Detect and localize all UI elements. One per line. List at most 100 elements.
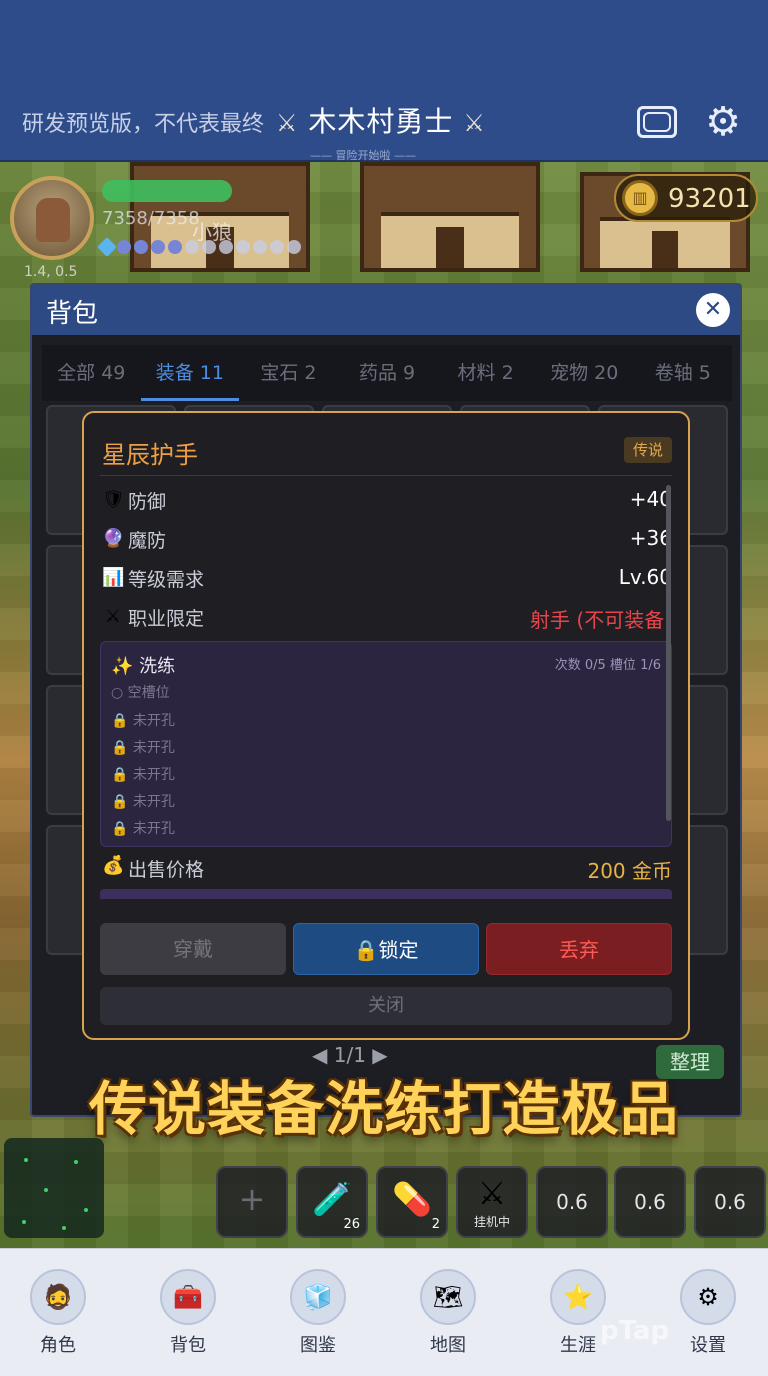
skill-cooldown: 0.6 bbox=[714, 1190, 746, 1214]
refine-info: 次数 0/5 槽位 1/6 bbox=[554, 658, 661, 673]
nav-item[interactable]: 🧰 背包 bbox=[138, 1269, 238, 1357]
item-detail-popup: 星辰护手 传说 🛡 防御 +40 🔮 魔防 +36 📊 等级需求 Lv.60 ⚔ 职业限定 射手 (不… bbox=[82, 411, 690, 1040]
close-button[interactable]: 关闭 bbox=[100, 987, 672, 1025]
bag-tabs: 全部 49 装备 11 宝石 2 药品 9 材料 2 宠物 20 卷轴 5 bbox=[42, 345, 732, 401]
crossed-swords-icon: ⚔ bbox=[463, 109, 486, 137]
top-header: 研发预览版，不代表最终 ⚔ 木木村勇士 ⚔ —— 冒险开始啦 —— ⚙ bbox=[0, 0, 768, 162]
bottom-nav: 🧔 角色 🧰 背包 🧊 图鉴 🗺 地图 ⭐ 生涯 ⚙ 设置 bbox=[0, 1248, 768, 1376]
sell-price-label: 出售价格 bbox=[128, 859, 205, 881]
game-title-text: 木木村勇士 bbox=[308, 105, 454, 138]
game-title: ⚔ 木木村勇士 ⚔ bbox=[276, 100, 486, 140]
bag-header: 背包 ✕ bbox=[32, 285, 740, 335]
section-strip bbox=[100, 889, 672, 899]
scrollbar[interactable] bbox=[666, 485, 671, 821]
lock-icon: 🔒 bbox=[111, 767, 129, 783]
player-avatar[interactable] bbox=[10, 176, 94, 260]
bag-tab[interactable]: 全部 49 bbox=[42, 345, 141, 401]
stat-label: 魔防 bbox=[128, 530, 167, 552]
bag-title: 背包 bbox=[46, 299, 99, 329]
player-stat-text: 1.4, 0.5 bbox=[24, 264, 78, 280]
gold-counter: ▥ 93201 bbox=[614, 174, 758, 222]
gears-icon: ⚙ bbox=[680, 1269, 736, 1325]
nav-label: 背包 bbox=[170, 1335, 206, 1356]
locked-socket: 🔒 未开孔 bbox=[111, 713, 175, 729]
divider bbox=[100, 475, 672, 476]
pill-icon: 💊 bbox=[392, 1180, 432, 1218]
locked-socket: 🔒 未开孔 bbox=[111, 740, 175, 756]
bag-tab[interactable]: 药品 9 bbox=[338, 345, 437, 401]
lock-icon: 🔒 bbox=[353, 938, 379, 962]
potion-count: 26 bbox=[343, 1217, 360, 1232]
auto-battle-slot[interactable]: ⚔ 挂机中 bbox=[456, 1166, 528, 1238]
character-icon: 🧔 bbox=[30, 1269, 86, 1325]
stat-row: 🛡 防御 +40 bbox=[102, 485, 672, 515]
bag-tab[interactable]: 材料 2 bbox=[436, 345, 535, 401]
pill-slot[interactable]: 💊 2 bbox=[376, 1166, 448, 1238]
pet-name: 小狼 bbox=[192, 220, 232, 244]
bag-tab[interactable]: 装备 11 bbox=[140, 345, 240, 401]
diamond-icon bbox=[97, 237, 117, 257]
settings-gear-icon[interactable]: ⚙ bbox=[703, 102, 743, 142]
bag-tab[interactable]: 卷轴 5 bbox=[633, 345, 732, 401]
lock-button[interactable]: 🔒锁定 bbox=[293, 923, 479, 975]
empty-hotbar-slot[interactable]: + bbox=[216, 1166, 288, 1238]
close-icon[interactable]: ✕ bbox=[696, 293, 730, 327]
lock-icon: 🔒 bbox=[111, 713, 129, 729]
crystal-ball-icon: 🔮 bbox=[102, 528, 125, 549]
refine-title: ✨ 洗练 bbox=[111, 656, 176, 677]
stat-row: 🔮 魔防 +36 bbox=[102, 524, 672, 554]
locked-socket: 🔒 未开孔 bbox=[111, 767, 175, 783]
empty-socket[interactable]: ○ 空槽位 bbox=[111, 682, 170, 702]
gold-value: 93201 bbox=[668, 184, 751, 214]
pill-count: 2 bbox=[431, 1217, 440, 1232]
minimap[interactable] bbox=[4, 1138, 104, 1238]
cube-icon: 🧊 bbox=[290, 1269, 346, 1325]
chest-icon: 🧰 bbox=[160, 1269, 216, 1325]
refine-section: ✨ 洗练 次数 0/5 槽位 1/6 ○ 空槽位 🔒 未开孔 🔒 未开孔 🔒 未开孔… bbox=[100, 641, 672, 847]
stat-label: 职业限定 bbox=[128, 608, 205, 630]
crossed-swords-icon: ⚔ bbox=[477, 1174, 507, 1212]
sell-price-value: 200 金币 bbox=[587, 859, 672, 883]
equip-button[interactable]: 穿戴 bbox=[100, 923, 286, 975]
lock-icon: 🔒 bbox=[111, 740, 129, 756]
discard-button[interactable]: 丢弃 bbox=[486, 923, 672, 975]
lock-icon: 🔒 bbox=[111, 794, 129, 810]
stat-value: 射手 (不可装备) bbox=[530, 608, 672, 632]
nav-item[interactable]: 🗺 地图 bbox=[398, 1269, 498, 1357]
nav-item[interactable]: ⚙ 设置 bbox=[658, 1269, 758, 1357]
skill-slot[interactable]: 0.6 bbox=[536, 1166, 608, 1238]
gold-coin-icon: ▥ bbox=[622, 180, 658, 216]
money-bag-icon: 💰 bbox=[102, 855, 125, 876]
locked-socket: 🔒 未开孔 bbox=[111, 821, 175, 837]
bag-tab[interactable]: 宠物 20 bbox=[535, 345, 634, 401]
stat-label: 防御 bbox=[128, 491, 167, 513]
nav-item[interactable]: 🧔 角色 bbox=[8, 1269, 108, 1357]
chart-icon: 📊 bbox=[102, 567, 125, 588]
skill-slot[interactable]: 0.6 bbox=[614, 1166, 686, 1238]
nav-label: 角色 bbox=[40, 1335, 76, 1356]
village-house bbox=[360, 162, 540, 272]
skill-cooldown: 0.6 bbox=[634, 1190, 666, 1214]
stat-row: ⚔ 职业限定 射手 (不可装备) bbox=[102, 602, 672, 632]
potion-slot[interactable]: 🧪 26 bbox=[296, 1166, 368, 1238]
map-icon: 🗺 bbox=[420, 1269, 476, 1325]
warrior-portrait bbox=[36, 198, 70, 242]
hp-text: 7358/7358 bbox=[102, 208, 200, 229]
nav-label: 设置 bbox=[690, 1335, 726, 1356]
promo-banner: 传说装备洗练打造极品 bbox=[88, 1075, 679, 1143]
lock-icon: 🔒 bbox=[111, 821, 129, 837]
sell-price-row: 💰 出售价格 200 金币 bbox=[102, 853, 672, 883]
nav-item[interactable]: 🧊 图鉴 bbox=[268, 1269, 368, 1357]
window-mode-icon[interactable] bbox=[637, 102, 677, 142]
auto-battle-label: 挂机中 bbox=[473, 1215, 510, 1229]
shield-icon: 🛡 bbox=[102, 489, 125, 510]
preview-notice: 研发预览版，不代表最终 bbox=[22, 112, 265, 137]
stat-label: 等级需求 bbox=[128, 569, 205, 591]
skill-slot[interactable]: 0.6 bbox=[694, 1166, 766, 1238]
stat-value: Lv.60 bbox=[618, 565, 672, 589]
potion-icon: 🧪 bbox=[312, 1180, 352, 1218]
hp-bar bbox=[102, 180, 232, 202]
nav-label: 地图 bbox=[430, 1335, 466, 1356]
bag-tab[interactable]: 宝石 2 bbox=[239, 345, 338, 401]
game-subtitle: —— 冒险开始啦 —— bbox=[310, 149, 416, 162]
